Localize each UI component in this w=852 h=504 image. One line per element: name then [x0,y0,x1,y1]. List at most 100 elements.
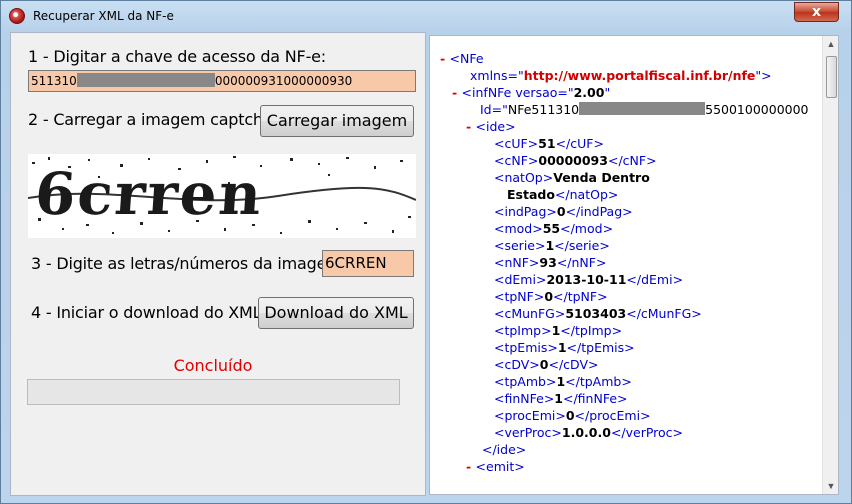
xml-close-tag: </cMunFG> [626,306,702,321]
xml-line: <tpEmis>1</tpEmis> [494,339,635,356]
xml-line: <procEmi>0</procEmi> [494,407,651,424]
collapse-toggle[interactable]: - [452,85,462,100]
step4-label: 4 - Iniciar o download do XML: [31,303,267,322]
xml-line: <cMunFG>5103403</cMunFG> [494,305,702,322]
xml-value: 93 [539,255,557,270]
xml-tree: - <NFe xmlns="http://www.portalfiscal.inf… [430,36,822,494]
progress-bar [27,379,400,405]
xml-close-tag: " [604,85,611,100]
access-key-suffix: 000000931000000930 [214,74,353,88]
access-key-field[interactable]: 511310 000000931000000930 [28,70,416,92]
xml-line: Estado</natOp> [507,186,618,203]
xml-line: <verProc>1.0.0.0</verProc> [494,424,683,441]
load-captcha-button[interactable]: Carregar imagem [260,105,414,137]
xml-line: <dEmi>2013-10-11</dEmi> [494,271,683,288]
download-xml-button[interactable]: Download do XML [258,297,414,329]
xml-open-tag: <cNF> [494,153,539,168]
xml-line: Id="NFe511310 5500100000000 [480,101,809,118]
xml-attribute: xmlns=" [470,68,524,83]
xml-value: 1 [557,340,567,355]
xml-open-tag: <procEmi> [494,408,566,423]
xml-line: <mod>55</mod> [494,220,613,237]
window-title: Recuperar XML da NF-e [33,9,174,23]
xml-open-tag: <ide> [475,119,516,134]
step3-label: 3 - Digite as letras/números da imagem: [31,254,347,273]
captcha-image: 6crren [27,154,417,238]
scroll-down-arrow-icon[interactable]: ▼ [823,478,838,494]
xml-close-tag: </cNF> [607,153,657,168]
redacted-block [76,73,215,87]
xml-open-tag: <infNFe versao=" [461,85,574,100]
xml-line: <tpImp>1</tpImp> [494,322,622,339]
xml-close-tag: </natOp> [554,187,619,202]
xml-viewer-panel: - <NFe xmlns="http://www.portalfiscal.inf… [429,35,839,495]
scroll-thumb[interactable] [826,56,837,98]
xml-open-tag: <serie> [494,238,546,253]
xml-open-tag: <tpAmb> [494,374,557,389]
xml-line: <natOp>Venda Dentro [494,169,650,186]
vertical-scrollbar[interactable]: ▲ ▼ [822,36,838,494]
xml-open-tag: <tpEmis> [494,340,558,355]
xml-line: xmlns="http://www.portalfiscal.inf.br/nf… [470,67,772,84]
xml-line: - <emit> [466,458,525,475]
app-window: Recuperar XML da NF-e x 1 - Digitar a ch… [0,0,852,504]
xml-value: 55 [542,221,561,236]
collapse-toggle[interactable]: - [466,459,476,474]
xml-open-tag: <cDV> [494,357,540,372]
captcha-svg: 6crren [27,156,417,234]
xml-open-tag: <indPag> [494,204,557,219]
xml-close-tag: </mod> [560,221,614,236]
xml-open-tag: <verProc> [494,425,562,440]
xml-line: <cDV>0</cDV> [494,356,598,373]
xml-close-tag: </serie> [554,238,610,253]
xml-value: 1 [551,323,561,338]
xml-attribute-value: 5500100000000 [705,102,809,117]
xml-value: 1 [556,374,566,389]
title-bar: Recuperar XML da NF-e x [1,1,851,31]
xml-close-tag: </tpNF> [553,289,608,304]
xml-close-tag: </tpImp> [560,323,623,338]
status-text: Concluído [173,356,253,375]
access-key-prefix: 511310 [31,74,77,88]
collapse-toggle[interactable]: - [466,119,476,134]
xml-open-tag: <NFe [449,51,484,66]
xml-open-tag: <nNF> [494,255,540,270]
xml-close-tag: </procEmi> [574,408,651,423]
xml-value: 0 [556,204,566,219]
xml-line: <nNF>93</nNF> [494,254,606,271]
xml-close-tag: </tpAmb> [565,374,632,389]
step1-label: 1 - Digitar a chave de acesso da NF-e: [28,47,326,66]
xml-open-tag: <finNFe> [494,391,555,406]
xml-open-tag: <emit> [475,459,525,474]
xml-line: - <NFe [440,50,484,67]
xml-line: <serie>1</serie> [494,237,610,254]
xml-attribute: Id=" [480,102,508,117]
collapse-toggle[interactable]: - [440,51,450,66]
xml-line: <indPag>0</indPag> [494,203,633,220]
xml-open-tag: <tpImp> [494,323,552,338]
form-panel: 1 - Digitar a chave de acesso da NF-e: 5… [10,32,426,496]
close-button[interactable]: x [794,2,839,22]
xml-value: Estado [507,187,555,202]
app-icon [9,8,25,24]
xml-close-tag: </verProc> [610,425,684,440]
xml-close-tag: </indPag> [565,204,633,219]
captcha-input[interactable]: 6CRREN [322,250,414,277]
xml-line: <tpAmb>1</tpAmb> [494,373,632,390]
xml-close-tag: </cUF> [555,136,604,151]
xml-close-tag: </tpEmis> [566,340,635,355]
xml-open-tag: <natOp> [494,170,554,185]
xml-line: - <ide> [466,118,516,135]
xml-tag-end: "> [755,68,772,83]
xml-open-tag: <dEmi> [494,272,547,287]
scroll-up-arrow-icon[interactable]: ▲ [823,36,838,52]
xml-namespace-url: http://www.portalfiscal.inf.br/nfe [523,68,756,83]
step2-label: 2 - Carregar a imagem captcha: [28,110,278,129]
xml-open-tag: <mod> [494,221,543,236]
xml-open-tag: </ide> [482,442,527,457]
redacted-block [579,102,706,115]
xml-open-tag: <cMunFG> [494,306,566,321]
xml-close-tag: </dEmi> [626,272,684,287]
xml-value: 51 [538,136,556,151]
xml-value: 5103403 [565,306,627,321]
